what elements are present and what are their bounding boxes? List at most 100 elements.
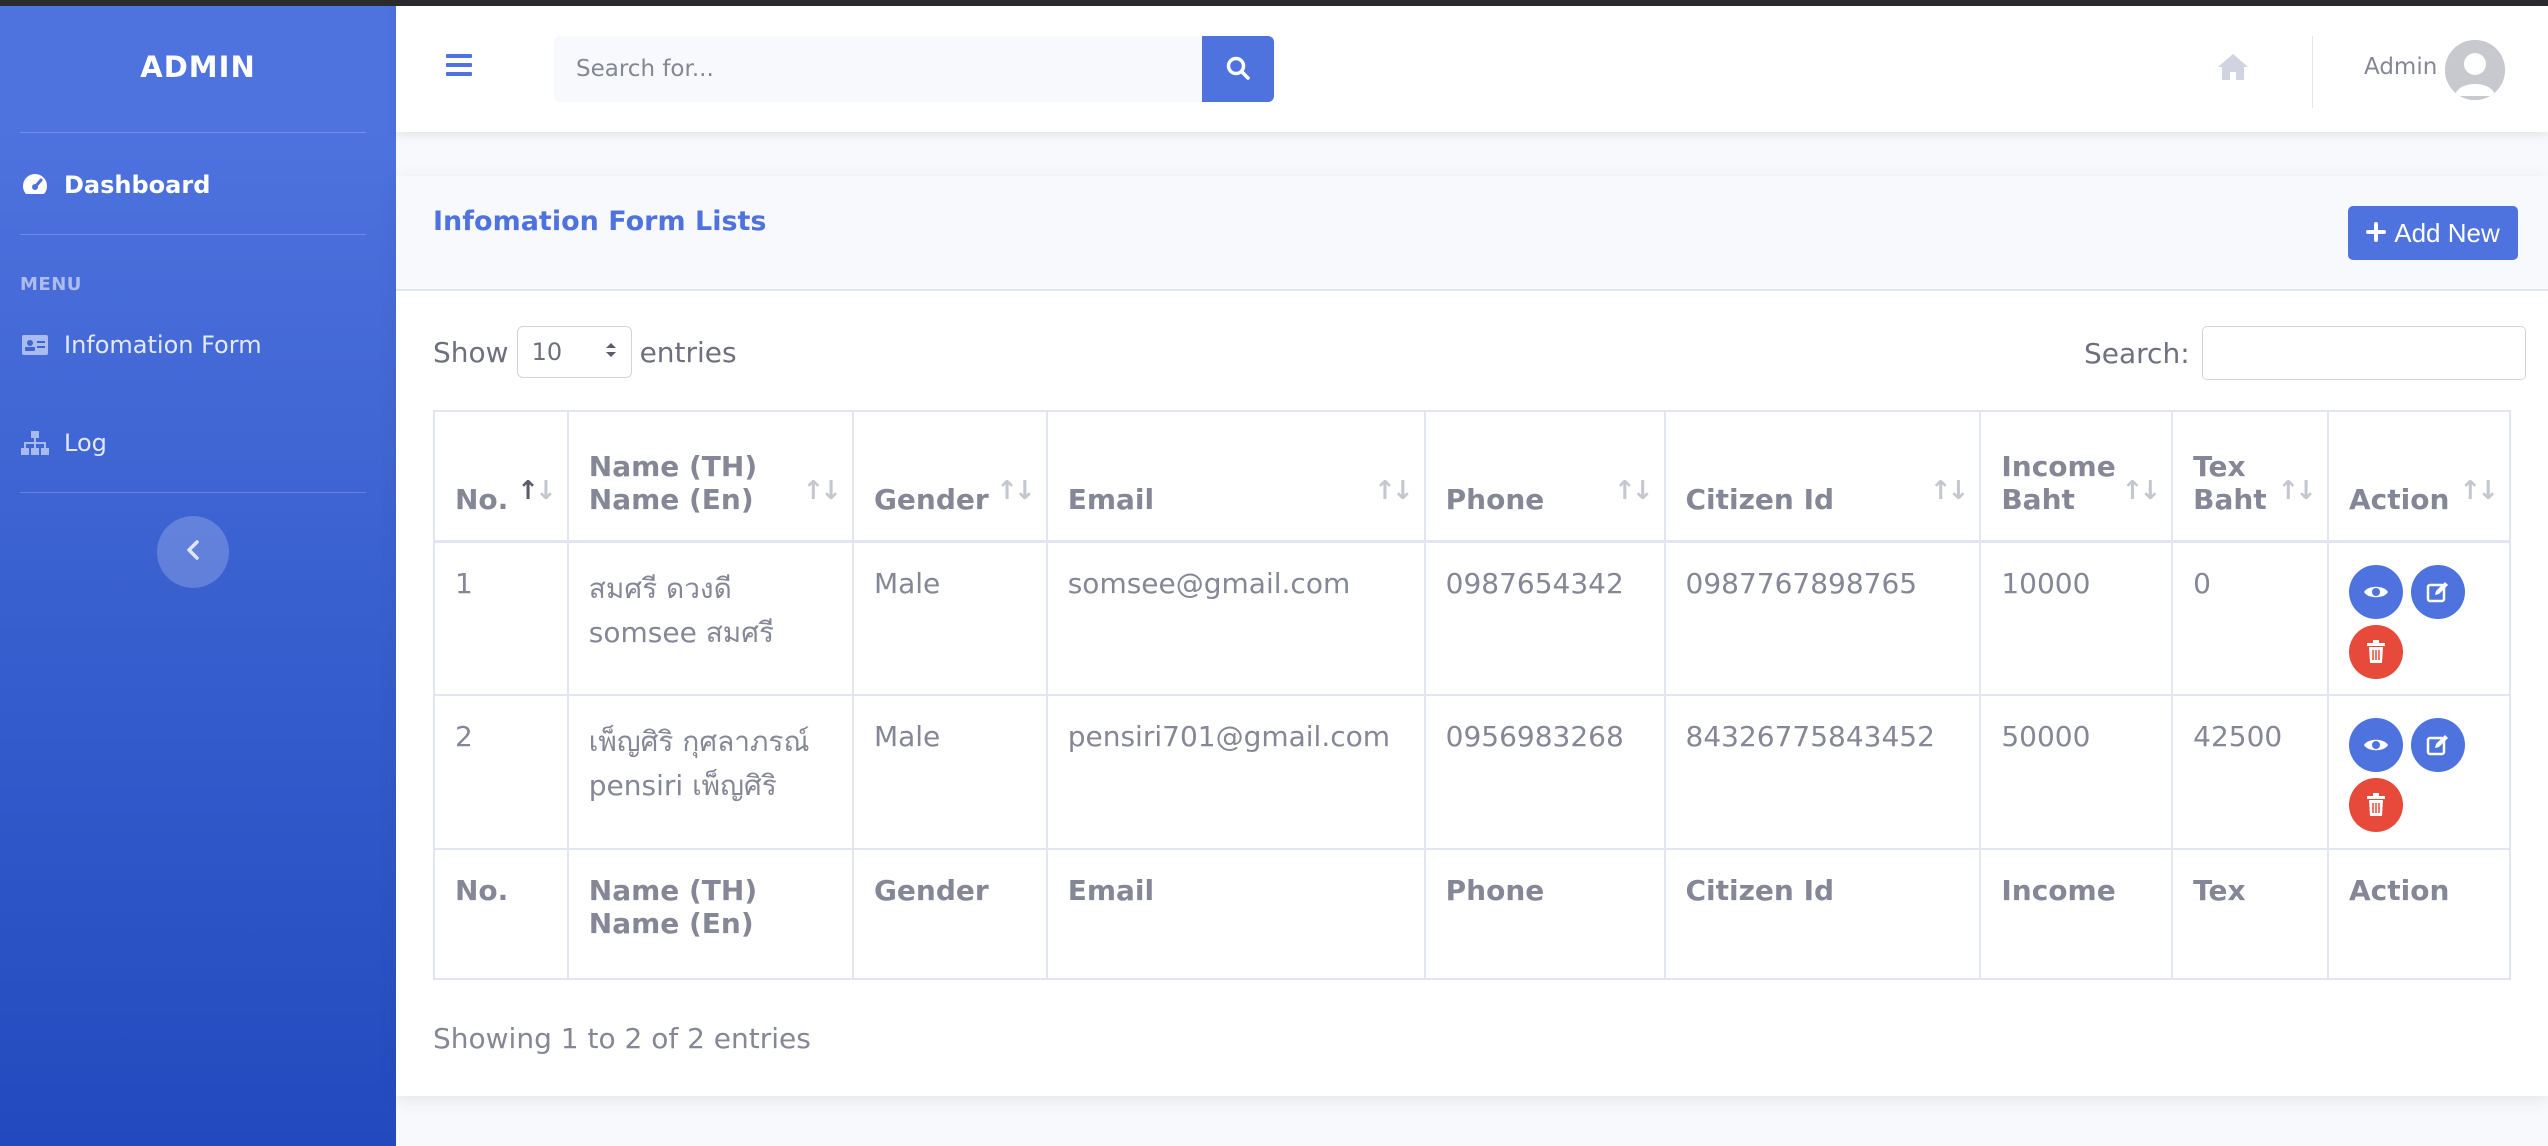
table-header-row: No. ↑↓ Name (TH) Name (En) ↑↓ Gender ↑↓ Emai… [433, 410, 2512, 542]
table-footer-row: No. Name (TH) Name (En) Gender Email Phon… [433, 848, 2512, 980]
info-form-table: No. ↑↓ Name (TH) Name (En) ↑↓ Gender ↑↓ Emai… [433, 410, 2512, 980]
sort-icon: ↑↓ [1374, 475, 1414, 506]
footer-email: Email [1045, 848, 1426, 980]
cell-tex: 0 [2171, 540, 2329, 696]
cell-email: pensiri701@gmail.com [1045, 694, 1426, 850]
add-new-button[interactable]: Add New [2348, 206, 2518, 260]
cell-income: 50000 [1979, 694, 2174, 850]
table-info: Showing 1 to 2 of 2 entries [433, 1022, 811, 1055]
user-name[interactable]: Admin [2364, 54, 2437, 80]
footer-income: Income [1979, 848, 2174, 980]
brand-title[interactable]: ADMIN [0, 50, 396, 84]
sidebar: ADMIN Dashboard MENU Infomation Form Log [0, 6, 396, 1146]
trash-icon [2366, 639, 2385, 663]
sidebar-divider [20, 132, 366, 133]
sidebar-item-infomation-form[interactable]: Infomation Form [20, 330, 262, 360]
column-header-gender[interactable]: Gender ↑↓ [851, 410, 1048, 542]
search-input[interactable] [554, 36, 1202, 102]
cell-action [2326, 540, 2512, 696]
table-search-label: Search: [2084, 336, 2190, 370]
column-header-phone[interactable]: Phone ↑↓ [1423, 410, 1666, 542]
eye-icon [2363, 586, 2388, 597]
column-header-tex[interactable]: Tex Baht ↑↓ [2171, 410, 2329, 542]
page-length-select[interactable]: 10 [516, 326, 632, 378]
sidebar-item-label: Log [64, 429, 107, 457]
page-length-value: 10 [531, 338, 563, 366]
topbar: Admin [396, 6, 2548, 132]
footer-citizen-id: Citizen Id [1663, 848, 1982, 980]
column-header-no[interactable]: No. ↑↓ [433, 410, 569, 542]
sidebar-divider [20, 234, 366, 235]
table-search-input[interactable] [2201, 326, 2526, 380]
sidebar-toggle-button[interactable] [157, 516, 229, 588]
column-header-income[interactable]: Income Baht ↑↓ [1979, 410, 2174, 542]
avatar[interactable] [2445, 40, 2505, 100]
sort-select-icon [605, 338, 617, 366]
footer-no: No. [433, 848, 569, 980]
info-form-card: Infomation Form Lists Add New Show 10 en… [396, 176, 2548, 1096]
delete-button[interactable] [2348, 624, 2403, 679]
sort-icon: ↑↓ [2121, 475, 2162, 506]
home-icon[interactable] [2216, 52, 2250, 86]
id-card-icon [20, 330, 50, 360]
footer-tex: Tex [2171, 848, 2329, 980]
edit-button[interactable] [2410, 718, 2465, 772]
cell-citizen-id: 0987767898765 [1663, 540, 1982, 696]
sort-icon: ↑↓ [517, 475, 557, 506]
cell-action [2326, 694, 2512, 850]
footer-name: Name (TH) Name (En) [566, 848, 854, 980]
view-button[interactable] [2348, 718, 2403, 772]
delete-button[interactable] [2348, 778, 2403, 832]
trash-icon [2366, 793, 2385, 816]
footer-phone: Phone [1423, 848, 1666, 980]
cell-phone: 0956983268 [1423, 694, 1666, 850]
sitemap-icon [20, 428, 50, 458]
topbar-search [554, 36, 1274, 102]
add-new-label: Add New [2394, 217, 2500, 248]
column-header-name[interactable]: Name (TH) Name (En) ↑↓ [566, 410, 854, 542]
tachometer-icon [20, 170, 50, 200]
column-header-email[interactable]: Email ↑↓ [1045, 410, 1426, 542]
cell-name: เพ็ญศิริ กุศลาภรณ์ pensiri เพ็ญศิริ [566, 694, 854, 850]
cell-gender: Male [851, 694, 1048, 850]
sidebar-heading: MENU [20, 274, 82, 295]
show-label: Show [433, 335, 509, 369]
sort-icon: ↑↓ [2459, 475, 2499, 506]
table-row: 1 สมศรี ดวงดี somsee สมศรี Male somsee@gm… [433, 540, 2512, 696]
plus-icon [2366, 218, 2387, 249]
edit-button[interactable] [2410, 564, 2465, 619]
sort-icon: ↑↓ [1929, 475, 1970, 506]
sort-icon: ↑↓ [2277, 475, 2317, 506]
entries-label: entries [639, 335, 737, 369]
edit-icon [2426, 735, 2448, 756]
sidebar-item-dashboard[interactable]: Dashboard [20, 170, 210, 200]
sidebar-divider [20, 492, 366, 493]
page-title: Infomation Form Lists [433, 206, 767, 237]
table-row: 2 เพ็ญศิริ กุศลาภรณ์ pensiri เพ็ญศิริ Mal… [433, 694, 2512, 850]
cell-phone: 0987654342 [1423, 540, 1666, 696]
sidebar-item-log[interactable]: Log [20, 428, 107, 458]
cell-name: สมศรี ดวงดี somsee สมศรี [566, 540, 854, 696]
column-header-action[interactable]: Action ↑↓ [2326, 410, 2512, 542]
cell-no: 1 [433, 540, 569, 696]
cell-no: 2 [433, 694, 569, 850]
edit-icon [2426, 581, 2448, 602]
sort-icon: ↑↓ [802, 475, 842, 506]
cell-gender: Male [851, 540, 1048, 696]
cell-email: somsee@gmail.com [1045, 540, 1426, 696]
cell-income: 10000 [1979, 540, 2174, 696]
search-button[interactable] [1202, 36, 1274, 102]
cell-citizen-id: 84326775843452 [1663, 694, 1982, 850]
chevron-left-icon [186, 540, 200, 564]
menu-toggle-button[interactable] [446, 54, 472, 80]
column-header-citizen-id[interactable]: Citizen Id ↑↓ [1663, 410, 1982, 542]
sidebar-item-label: Dashboard [64, 171, 211, 199]
sort-icon: ↑↓ [1613, 475, 1654, 506]
sidebar-item-label: Infomation Form [64, 331, 262, 359]
eye-icon [2363, 739, 2388, 751]
view-button[interactable] [2348, 564, 2403, 619]
page-length-control: Show 10 entries [433, 326, 737, 378]
card-header: Infomation Form Lists Add New [396, 176, 2548, 291]
footer-action: Action [2326, 848, 2512, 980]
cell-tex: 42500 [2171, 694, 2329, 850]
